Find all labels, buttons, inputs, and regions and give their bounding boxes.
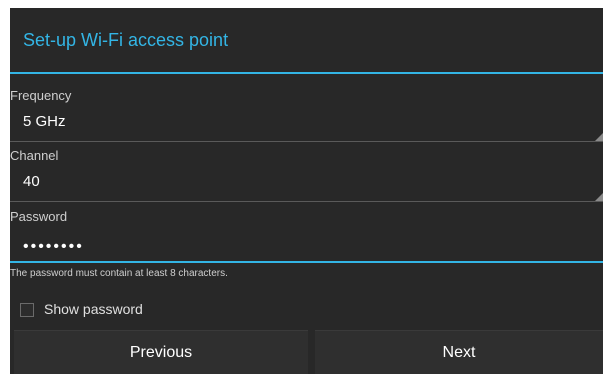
dialog-title: Set-up Wi-Fi access point [23,30,229,50]
channel-underline [10,201,603,202]
previous-button[interactable]: Previous [14,330,308,374]
wifi-setup-dialog: Set-up Wi-Fi access point Frequency 5 GH… [10,8,603,374]
title-divider [10,72,603,74]
frequency-value: 5 GHz [23,113,66,130]
frequency-spinner[interactable]: 5 GHz [10,104,603,142]
next-button[interactable]: Next [315,330,603,374]
password-underline [10,261,603,263]
password-masked-value: •••••••• [23,238,84,255]
checkbox-icon[interactable] [20,303,34,317]
password-hint: The password must contain at least 8 cha… [10,268,228,279]
dropdown-arrow-icon [595,193,603,201]
channel-value: 40 [23,173,40,190]
channel-spinner[interactable]: 40 [10,164,603,202]
channel-label: Channel [10,148,59,163]
frequency-underline [10,141,603,142]
password-label: Password [10,209,68,224]
password-input[interactable]: •••••••• [10,233,603,263]
dropdown-arrow-icon [595,133,603,141]
show-password-checkbox[interactable]: Show password [20,300,220,320]
dialog-title-bar: Set-up Wi-Fi access point [10,8,603,72]
show-password-label: Show password [44,301,143,317]
frequency-label: Frequency [10,88,72,103]
